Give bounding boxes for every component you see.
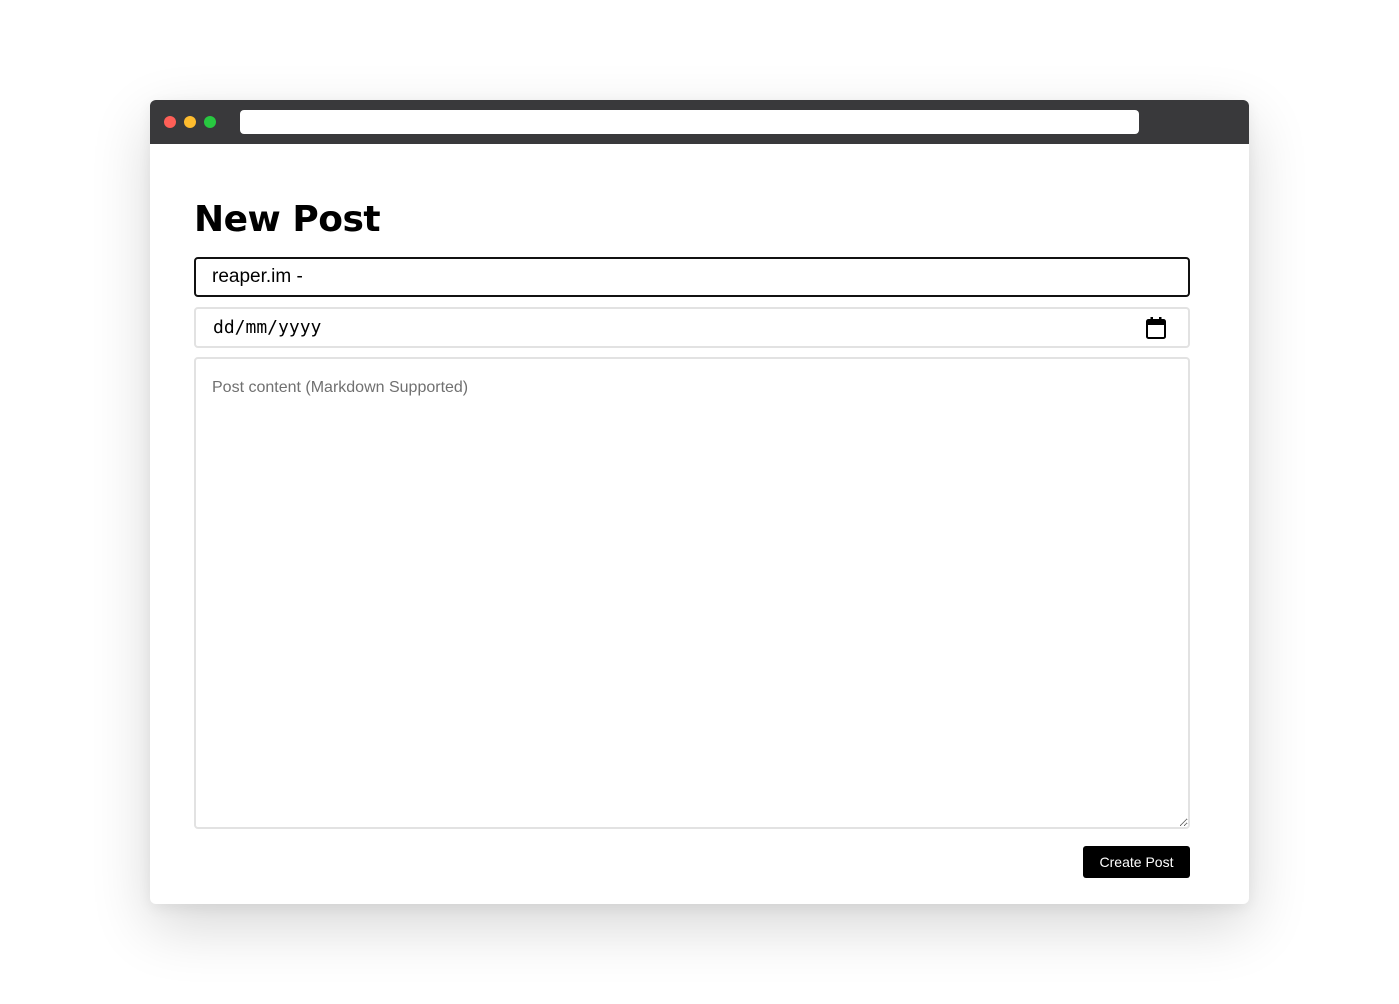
- address-bar[interactable]: [240, 110, 1139, 134]
- minimize-window-button[interactable]: [184, 116, 196, 128]
- close-window-button[interactable]: [164, 116, 176, 128]
- browser-window: New Post dd/mm/yyyy Create Post: [150, 100, 1249, 904]
- browser-titlebar: [150, 100, 1249, 144]
- create-post-button[interactable]: Create Post: [1083, 846, 1190, 878]
- post-title-input[interactable]: [194, 257, 1190, 297]
- calendar-icon[interactable]: [1145, 316, 1167, 340]
- post-content-textarea[interactable]: [194, 357, 1190, 829]
- maximize-window-button[interactable]: [204, 116, 216, 128]
- page-title: New Post: [194, 199, 381, 240]
- post-date-input[interactable]: dd/mm/yyyy: [194, 307, 1190, 348]
- date-placeholder: dd/mm/yyyy: [213, 317, 322, 338]
